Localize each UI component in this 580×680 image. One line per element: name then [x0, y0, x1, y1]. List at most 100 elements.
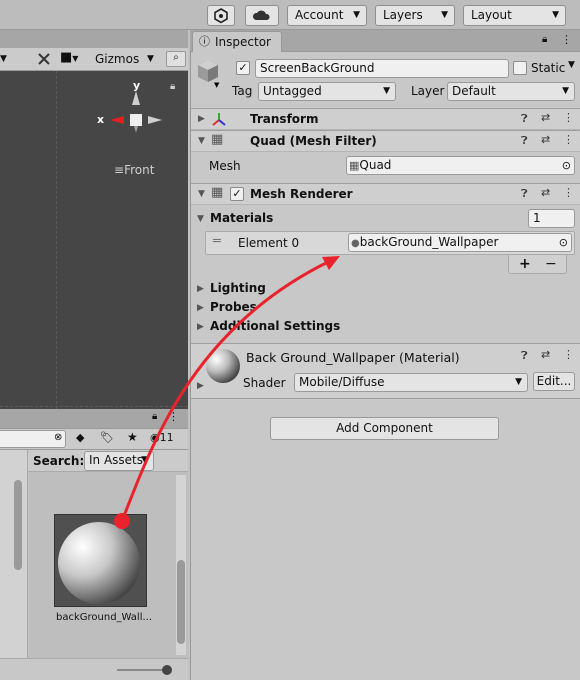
- gizmo-x-label: x: [97, 113, 105, 126]
- materials-count-field[interactable]: 1: [528, 209, 575, 228]
- more-icon[interactable]: ⋮: [563, 186, 574, 199]
- cloud-button[interactable]: [245, 5, 279, 26]
- more-icon[interactable]: ⋮: [563, 111, 574, 124]
- visibility-count[interactable]: ◉11: [150, 431, 174, 444]
- project-folder-tree[interactable]: [0, 450, 28, 658]
- chevron-down-icon: ▼: [562, 86, 569, 96]
- scene-dropdown-stub[interactable]: ▼: [0, 50, 12, 68]
- material-title: Back Ground_Wallpaper (Material): [246, 350, 460, 365]
- layer-dropdown[interactable]: Default ▼: [447, 82, 575, 101]
- presets-icon[interactable]: ⇄: [541, 186, 550, 199]
- material-section: ▶ Back Ground_Wallpaper (Material) ❓︎ ⇄ …: [191, 343, 580, 399]
- account-label: Account: [295, 8, 344, 22]
- mesh-icon: ▦: [349, 159, 360, 172]
- tab-inspector[interactable]: ⓘ Inspector: [192, 31, 282, 52]
- shader-label: Shader: [243, 376, 286, 390]
- mesh-renderer-component-header[interactable]: ▼ ▦ ✓ Mesh Renderer ❓︎ ⇄ ⋮: [191, 183, 580, 205]
- label-icon[interactable]: 🏷︎: [100, 431, 114, 444]
- drag-handle-icon[interactable]: ═: [213, 234, 221, 249]
- object-name-field[interactable]: ScreenBackGround: [255, 59, 509, 78]
- object-picker-icon[interactable]: ⊙: [562, 157, 571, 174]
- additional-settings-foldout[interactable]: Additional Settings: [210, 319, 340, 333]
- search-icon[interactable]: ⌕: [166, 51, 186, 67]
- camera-icon[interactable]: ■▼: [60, 50, 90, 68]
- search-scope-bar: Search: In Assets ▼: [28, 450, 188, 472]
- scene-gizmo[interactable]: [96, 79, 166, 149]
- mesh-filter-title: Quad (Mesh Filter): [250, 134, 377, 148]
- mesh-filter-component-header[interactable]: ▼ ▦ Quad (Mesh Filter) ❓︎ ⇄ ⋮: [191, 130, 580, 152]
- layer-label: Layer: [411, 84, 445, 98]
- layout-dropdown[interactable]: Layout ▼: [463, 5, 566, 26]
- material-asset-thumbnail[interactable]: [54, 514, 147, 607]
- project-toolbar: ⊗ ◆ 🏷︎ ★ ◉11: [0, 428, 188, 450]
- tag-dropdown[interactable]: Untagged ▼: [258, 82, 396, 101]
- scrollbar[interactable]: [176, 475, 186, 655]
- star-icon[interactable]: ★: [127, 430, 138, 444]
- view-label[interactable]: ≡Front: [114, 163, 154, 177]
- scrollbar-thumb[interactable]: [177, 560, 185, 644]
- active-checkbox[interactable]: ✓: [236, 61, 250, 75]
- chevron-down-icon[interactable]: ▼: [147, 51, 161, 67]
- lock-icon[interactable]: 🔒︎: [152, 411, 157, 422]
- lighting-foldout[interactable]: Lighting: [210, 281, 266, 295]
- mesh-renderer-icon: ▦: [211, 185, 224, 200]
- chevron-down-icon: ▼: [552, 10, 559, 20]
- account-dropdown[interactable]: Account ▼: [287, 5, 367, 26]
- help-icon[interactable]: ❓︎: [521, 349, 528, 363]
- scene-toolbar: ▼ ■▼ Gizmos ▼ ⌕: [0, 48, 188, 71]
- presets-icon[interactable]: ⇄: [541, 133, 550, 146]
- transform-component-header[interactable]: ▶ Transform ❓︎ ⇄ ⋮: [191, 108, 580, 130]
- more-icon[interactable]: ⋮: [561, 33, 572, 46]
- gizmo-y-label: y: [133, 79, 141, 92]
- presets-icon[interactable]: ⇄: [541, 348, 550, 361]
- gizmos-dropdown[interactable]: Gizmos: [95, 50, 139, 68]
- help-icon[interactable]: ❓︎: [521, 134, 528, 148]
- scene-view[interactable]: 🔒︎ y x ≡Front: [0, 71, 188, 409]
- eye-icon: ◉: [150, 431, 160, 444]
- zoom-slider-track[interactable]: [117, 669, 167, 671]
- material-icon: ●: [351, 238, 360, 249]
- gizmos-label: Gizmos: [95, 52, 140, 66]
- mesh-renderer-enabled-checkbox[interactable]: ✓: [230, 187, 244, 201]
- materials-label[interactable]: Materials: [210, 211, 273, 225]
- remove-element-button[interactable]: −: [545, 256, 557, 272]
- more-icon[interactable]: ⋮: [563, 348, 574, 361]
- list-add-remove: + −: [508, 255, 567, 274]
- presets-icon[interactable]: ⇄: [541, 111, 550, 124]
- static-checkbox[interactable]: [513, 61, 527, 75]
- lock-icon[interactable]: 🔒︎: [542, 34, 547, 45]
- clear-icon[interactable]: ⊗: [54, 432, 62, 443]
- layers-dropdown[interactable]: Layers ▼: [375, 5, 455, 26]
- gameobject-icon[interactable]: ▼: [196, 58, 224, 89]
- shader-edit-button[interactable]: Edit...: [533, 372, 575, 391]
- object-picker-icon[interactable]: ⊙: [559, 234, 568, 251]
- tools-icon[interactable]: [34, 50, 56, 68]
- chevron-down-icon[interactable]: ▼: [568, 60, 575, 70]
- help-icon[interactable]: ❓︎: [521, 112, 528, 126]
- info-icon: ⓘ: [199, 35, 210, 48]
- chevron-right-icon[interactable]: ▶: [197, 322, 204, 332]
- zoom-slider-handle[interactable]: [162, 665, 172, 675]
- add-component-button[interactable]: Add Component: [270, 417, 499, 440]
- add-element-button[interactable]: +: [519, 256, 531, 272]
- help-icon[interactable]: ❓︎: [521, 187, 528, 201]
- chevron-right-icon[interactable]: ▶: [197, 381, 204, 391]
- cloud-icon: [252, 10, 270, 20]
- more-icon[interactable]: ⋮: [168, 410, 179, 423]
- lock-icon[interactable]: 🔒︎: [170, 81, 175, 92]
- material-object-field[interactable]: ●backGround_Wallpaper ⊙: [348, 233, 572, 252]
- collab-icon: [214, 8, 228, 24]
- shader-dropdown[interactable]: Mobile/Diffuse ▼: [294, 373, 528, 392]
- scrollbar-thumb[interactable]: [14, 480, 22, 570]
- chevron-right-icon[interactable]: ▶: [197, 303, 204, 313]
- mesh-object-field[interactable]: ▦Quad ⊙: [346, 156, 575, 175]
- chevron-right-icon[interactable]: ▶: [197, 284, 204, 294]
- chevron-down-icon[interactable]: ▼: [197, 214, 204, 224]
- more-icon[interactable]: ⋮: [563, 133, 574, 146]
- project-tab-bar: 🔒︎ ⋮: [0, 409, 188, 428]
- probes-foldout[interactable]: Probes: [210, 300, 257, 314]
- project-asset-grid[interactable]: Search: In Assets ▼ backGround_Wall...: [28, 450, 188, 658]
- filter-type-icon[interactable]: ◆: [76, 431, 84, 444]
- search-scope-dropdown[interactable]: In Assets ▼: [84, 451, 154, 471]
- collab-button[interactable]: [207, 5, 235, 26]
